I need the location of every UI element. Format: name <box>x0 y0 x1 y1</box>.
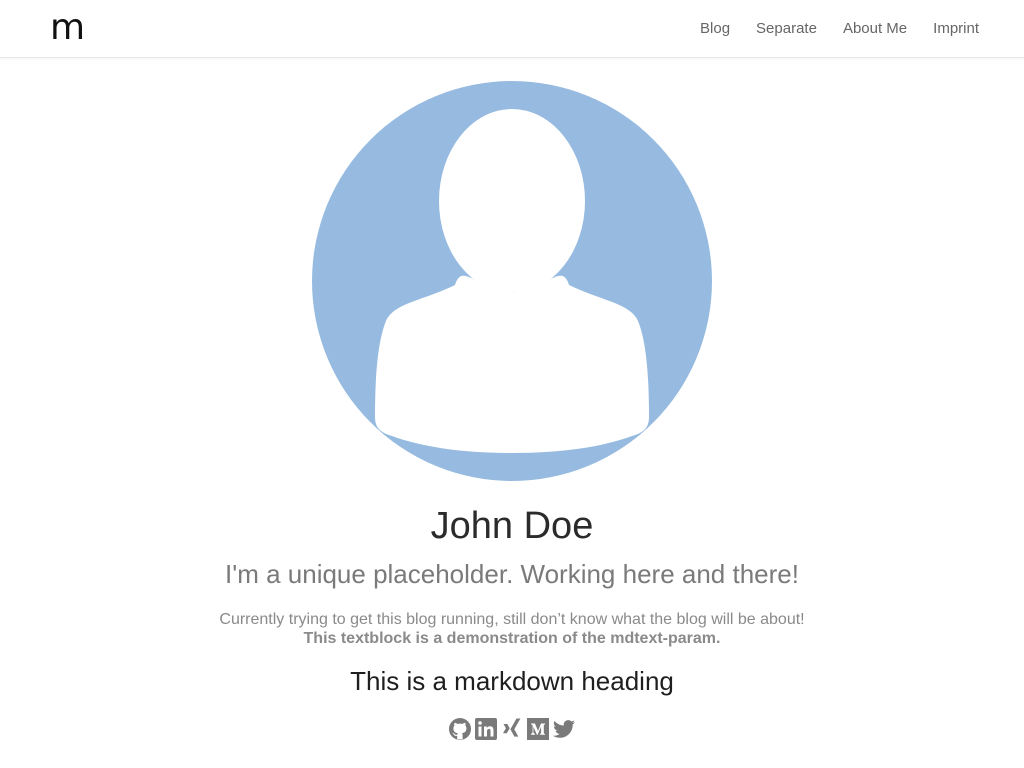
twitter-link[interactable] <box>552 717 576 741</box>
linkedin-link[interactable] <box>474 717 498 741</box>
profile-description: Currently trying to get this blog runnin… <box>0 610 1024 648</box>
nav-link-blog[interactable]: Blog <box>700 20 730 37</box>
nav-link-about-me[interactable]: About Me <box>843 20 907 37</box>
nav-item-separate: Separate <box>756 20 817 38</box>
nav-menu: Blog Separate About Me Imprint <box>700 0 979 58</box>
github-icon <box>449 718 471 740</box>
nav-link-separate[interactable]: Separate <box>756 20 817 37</box>
profile-name: John Doe <box>430 505 594 547</box>
person-placeholder-icon <box>312 81 712 481</box>
xing-link[interactable] <box>500 717 524 741</box>
description-bold-line: This textblock is a demonstration of the… <box>303 630 721 647</box>
markdown-heading: This is a markdown heading <box>350 666 674 696</box>
profile-avatar <box>312 81 712 481</box>
nav-link-imprint[interactable]: Imprint <box>933 20 979 37</box>
brand-logo[interactable]: m <box>50 6 85 50</box>
linkedin-icon <box>475 718 497 740</box>
nav-item-imprint: Imprint <box>933 20 979 38</box>
profile-tagline: I'm a unique placeholder. Working here a… <box>225 559 799 589</box>
medium-icon <box>527 718 549 740</box>
github-link[interactable] <box>448 717 472 741</box>
twitter-icon <box>553 720 575 738</box>
nav-item-blog: Blog <box>700 20 730 38</box>
description-line: Currently trying to get this blog runnin… <box>219 611 805 628</box>
medium-link[interactable] <box>526 717 550 741</box>
social-links <box>0 716 1024 742</box>
top-navbar: m Blog Separate About Me Imprint <box>0 0 1024 58</box>
nav-item-about-me: About Me <box>843 20 907 38</box>
xing-icon <box>503 718 521 737</box>
